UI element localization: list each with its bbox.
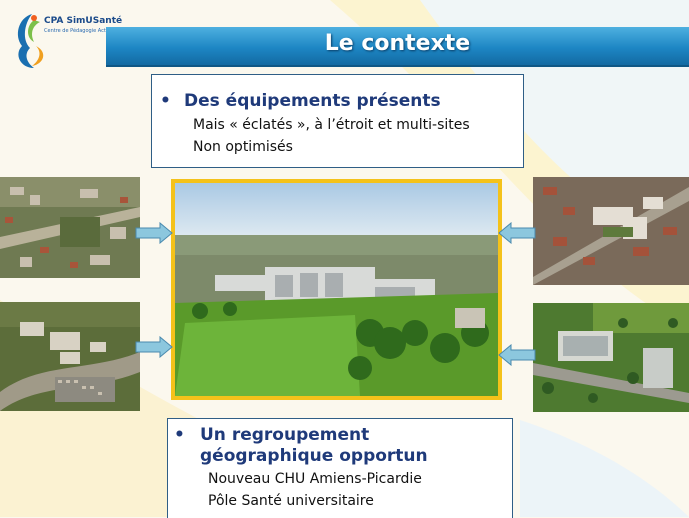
bullet: • (174, 425, 185, 445)
box2-heading-line-2: géographique opportun (200, 446, 428, 466)
box1-line-1: Mais « éclatés », à l’étroit et multi-si… (193, 117, 470, 133)
box2-heading-line-1: Un regroupement (200, 425, 370, 445)
logo-name: CPA SimUSanté (44, 16, 123, 26)
left-arrow-icon (498, 222, 536, 244)
logo-tagline: Centre de Pédagogie Active (44, 28, 114, 34)
new-chu-aerial-photo (171, 179, 502, 400)
regroupement-text-box: • Un regroupement géographique opportun … (167, 418, 513, 518)
right-bottom-aerial-photo (533, 303, 689, 412)
left-top-aerial-photo (0, 177, 140, 278)
bullet: • (160, 91, 171, 111)
left-arrow-icon (498, 344, 536, 366)
right-top-aerial-photo (533, 177, 689, 285)
equipment-text-box: • Des équipements présents Mais « éclaté… (151, 74, 524, 168)
box2-line-1: Nouveau CHU Amiens-Picardie (208, 471, 422, 487)
box1-line-2: Non optimisés (193, 139, 293, 155)
title-bar: Le contexte (106, 27, 689, 67)
right-arrow-icon (135, 222, 173, 244)
box1-heading: Des équipements présents (184, 91, 441, 111)
slide-title: Le contexte (324, 31, 471, 56)
right-arrow-icon (135, 336, 173, 358)
left-bottom-aerial-photo (0, 302, 140, 411)
box2-line-2: Pôle Santé universitaire (208, 493, 374, 509)
